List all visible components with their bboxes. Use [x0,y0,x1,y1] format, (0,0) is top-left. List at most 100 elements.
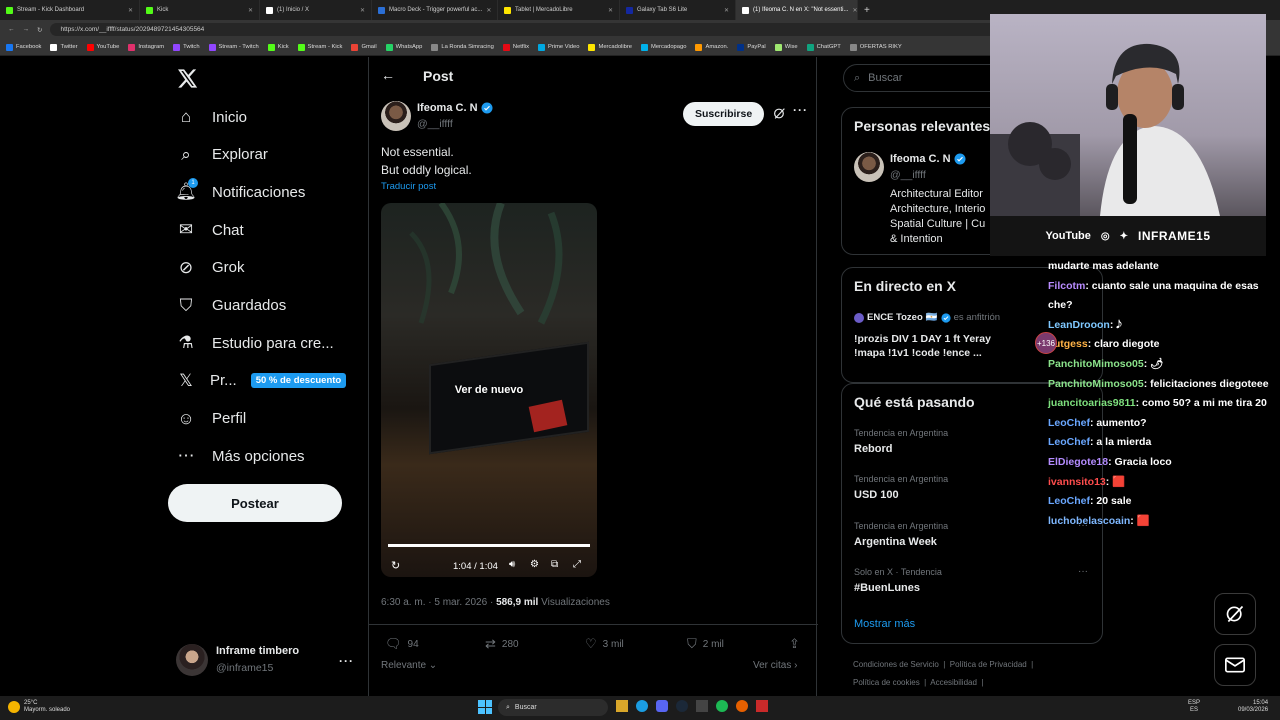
bookmark-item[interactable]: OFERTAS RIKY [849,43,902,51]
close-tab-icon[interactable]: ✕ [248,7,253,14]
live-description[interactable]: !prozis DIV 1 DAY 1 ft Yeray !mapa !1v1 … [854,332,991,360]
bookmark-item[interactable]: Prime Video [538,43,579,51]
fullscreen-icon[interactable]: ⤢ [573,559,581,570]
firefox-icon[interactable] [736,700,748,712]
clock[interactable]: 15:04 09/03/2026 [1238,700,1268,714]
new-tab-button[interactable]: + [858,0,876,20]
footer-link[interactable]: Condiciones de Servicio [853,660,939,669]
bookmark-item[interactable]: Netflix [502,43,529,51]
trend-item[interactable]: #BuenLunes [854,582,920,594]
forward-icon[interactable]: → [23,26,30,33]
bookmark-item[interactable]: Stream - Twitch [208,43,259,51]
app-icon[interactable] [756,700,768,712]
close-tab-icon[interactable]: ✕ [486,7,491,14]
close-tab-icon[interactable]: ✕ [853,7,858,14]
nav-item-chat[interactable]: ✉ Chat [176,220,244,240]
author-avatar[interactable] [381,101,411,131]
post-button[interactable]: Postear [168,484,342,522]
show-more-link[interactable]: Mostrar más [854,618,915,630]
browser-tab[interactable]: Galaxy Tab S6 Lite ✕ [620,0,736,20]
trend-item[interactable]: Argentina Week [854,536,937,548]
language-indicator[interactable]: ESP ES [1188,700,1200,714]
bookmark-item[interactable]: Mercadopago [641,43,686,51]
browser-tab[interactable]: Macro Deck - Trigger powerful ac... ✕ [372,0,498,20]
footer-link[interactable]: Política de Privacidad [950,660,1027,669]
browser-tab[interactable]: Kick ✕ [140,0,260,20]
nav-item-perfil[interactable]: ☺ Perfil [176,409,246,429]
reply-button[interactable]: 🗨︎ 94 [385,636,419,652]
translate-link[interactable]: Traducir post [381,181,436,192]
nav-item-más-opciones[interactable]: ⋯ Más opciones [176,446,305,466]
trend-item[interactable]: Rebord [854,443,893,455]
bookmark-item[interactable]: Wise [774,43,798,51]
bookmark-item[interactable]: WhatsApp [385,43,422,51]
bookmark-item[interactable]: Amazon. [695,43,728,51]
nav-item-grok[interactable]: ⊘ Grok [176,258,245,278]
app-icon[interactable] [696,700,708,712]
reload-icon[interactable]: ↻ [37,26,42,34]
nav-item-pr-[interactable]: 𝕏 Pr... 50 % de descuento [176,371,347,391]
bookmark-item[interactable]: Instagram [128,43,164,51]
close-tab-icon[interactable]: ✕ [724,7,729,14]
bookmark-item[interactable]: Mercadolibre [588,43,632,51]
replay-overlay-label[interactable]: Ver de nuevo [381,203,597,577]
share-button[interactable]: ⇪ [789,636,800,652]
video-progress-track[interactable] [388,544,590,547]
spotify-icon[interactable] [716,700,728,712]
nav-item-inicio[interactable]: ⌂ Inicio [176,107,247,127]
grok-fab[interactable] [1214,593,1256,635]
bookmark-item[interactable]: YouTube [86,43,119,51]
relevant-name-row[interactable]: Ifeoma C. N [890,153,966,165]
taskbar-search[interactable]: ⌕ Buscar [498,699,608,716]
bookmark-button[interactable]: ⛉ 2 mil [687,636,724,652]
windows-start-icon[interactable] [478,700,492,714]
steam-icon[interactable] [676,700,688,712]
live-host-row[interactable]: ENCE Tozeo 🇦🇷 es anfitrión [854,312,1000,323]
edge-icon[interactable] [636,700,648,712]
grok-icon[interactable] [773,107,786,120]
relevant-avatar[interactable] [854,152,884,182]
browser-tab[interactable]: Stream - Kick Dashboard ✕ [0,0,140,20]
nav-item-estudio-para-cre-[interactable]: ⚗ Estudio para cre... [176,333,333,353]
sort-dropdown[interactable]: Relevante ⌄ [381,660,437,671]
footer-link[interactable]: Accesibilidad [930,678,977,687]
bookmark-item[interactable]: Stream - Kick [297,43,342,51]
messages-fab[interactable] [1214,644,1256,686]
close-tab-icon[interactable]: ✕ [128,7,133,14]
trend-more-icon[interactable]: ··· [1078,566,1088,577]
post-more-icon[interactable]: ··· [793,103,808,117]
close-tab-icon[interactable]: ✕ [608,7,613,14]
x-logo-icon[interactable] [178,69,198,88]
browser-tab[interactable]: Tablet | MercadoLibre ✕ [498,0,620,20]
bookmark-item[interactable]: Kick [267,43,289,51]
back-arrow-icon[interactable]: ← [381,67,395,83]
file-explorer-icon[interactable] [616,700,628,712]
trend-item[interactable]: USD 100 [854,489,899,501]
nav-item-guardados[interactable]: ⛉ Guardados [176,296,287,316]
discord-icon[interactable] [656,700,668,712]
url-field[interactable]: https://x.com/__iffff/status/20294897214… [50,23,1011,36]
subscribe-button[interactable]: Suscribirse [683,102,765,126]
browser-tab-active[interactable]: (1) Ifeoma C. N en X: "Not essenti... ✕ [736,0,858,20]
weather-widget[interactable]: 25°C Mayorm. soleado [8,700,70,714]
bookmark-item[interactable]: Facebook [6,43,41,51]
nav-item-notificaciones[interactable]: 🔔︎ 1 Notificaciones [175,178,305,202]
pip-icon[interactable]: ⧉ [551,559,558,570]
view-quotes-link[interactable]: Ver citas › [753,660,797,671]
bookmark-item[interactable]: Gmail [351,43,377,51]
nav-item-explorar[interactable]: ⌕ Explorar [176,145,268,165]
footer-link[interactable]: Política de cookies [853,678,920,687]
bookmark-item[interactable]: ChatGPT [806,43,841,51]
browser-tab[interactable]: (1) Inicio / X ✕ [260,0,372,20]
account-more-icon[interactable]: ··· [339,654,354,668]
bookmark-item[interactable]: La Ronda Simracing [431,43,494,51]
back-icon[interactable]: ← [8,26,15,33]
account-avatar[interactable] [176,644,208,676]
like-button[interactable]: ♡ 3 mil [585,636,624,652]
bookmark-item[interactable]: Twitch [173,43,200,51]
close-tab-icon[interactable]: ✕ [360,7,365,14]
author-name-row[interactable]: Ifeoma C. N [417,102,493,114]
volume-icon[interactable]: 🔊︎ [509,559,515,570]
post-video[interactable]: Ver de nuevo ↻ 1:04 / 1:04 🔊︎ ⚙ ⧉ ⤢ [381,203,597,577]
repost-button[interactable]: ⇄ 280 [485,636,519,652]
